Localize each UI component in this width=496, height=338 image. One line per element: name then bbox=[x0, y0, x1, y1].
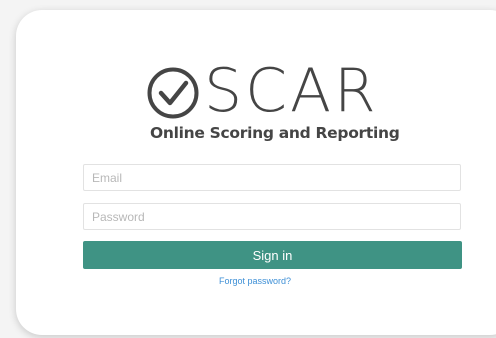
oscar-logo: SCAR Online Scoring and Reporting bbox=[146, 56, 400, 144]
logo-tagline: Online Scoring and Reporting bbox=[150, 124, 400, 142]
forgot-password-link[interactable]: Forgot password? bbox=[219, 276, 291, 286]
email-field[interactable] bbox=[83, 164, 461, 191]
password-field[interactable] bbox=[83, 203, 461, 230]
logo-letters: SCAR bbox=[204, 56, 379, 126]
login-card: SCAR Online Scoring and Reporting Sign i… bbox=[16, 10, 496, 335]
sign-in-button[interactable]: Sign in bbox=[83, 241, 462, 269]
logo-wordmark: SCAR bbox=[146, 56, 396, 126]
check-circle-icon bbox=[147, 67, 199, 119]
